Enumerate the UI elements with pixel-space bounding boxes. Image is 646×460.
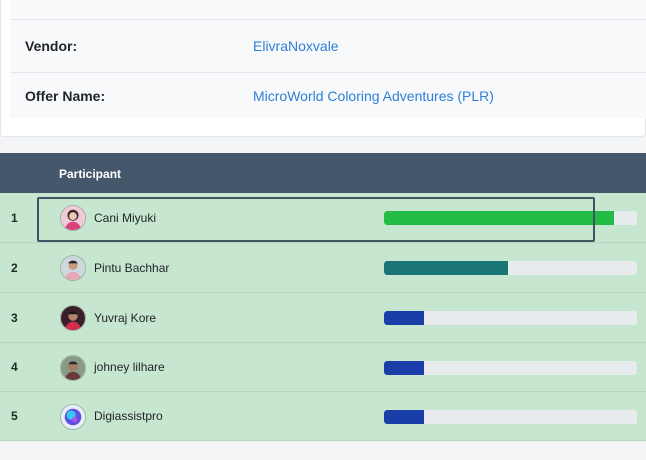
leaderboard-row: 1 Cani Miyuki [0,193,646,243]
leaderboard-row: 3 Yuvraj Kore [0,293,646,343]
participant-name: johney lilhare [94,360,165,374]
offer-info-card: Vendor: ElivraNoxvale Offer Name: MicroW… [0,0,646,137]
vendor-link[interactable]: ElivraNoxvale [253,38,339,54]
vendor-row: Vendor: ElivraNoxvale [10,19,646,73]
rank-number: 1 [11,210,18,225]
progress-bar-track [384,361,637,375]
vendor-label: Vendor: [25,38,78,54]
participant-name: Cani Miyuki [94,210,157,225]
offer-name-link[interactable]: MicroWorld Coloring Adventures (PLR) [253,88,494,104]
offer-name-label: Offer Name: [25,87,106,104]
progress-bar-track [384,211,637,225]
leaderboard-row: 2 Pintu Bachhar [0,243,646,293]
progress-bar-fill [384,311,425,325]
progress-bar-track [384,311,637,325]
page-footer-space [0,442,646,460]
participant-name: Digiassistpro [94,409,163,423]
progress-bar-fill [384,410,425,424]
leaderboard: Participant 1 Cani Miyuki 2 Pintu Bachhar 3 Y… [0,153,646,441]
leaderboard-row: 5 Digiassistpro [0,392,646,441]
progress-bar-track [384,261,637,275]
rank-number: 5 [11,409,18,423]
participant-column-header: Participant [59,167,122,181]
participant-name: Yuvraj Kore [94,310,157,325]
leaderboard-row: 4 johney lilhare [0,343,646,392]
logo-avatar-icon [60,404,86,430]
rank-number: 3 [11,310,18,325]
rank-number: 4 [11,360,18,374]
woman-avatar-icon [60,205,86,231]
man-avatar-icon [60,255,86,281]
offer-name-row: Offer Name: MicroWorld Coloring Adventur… [10,73,646,118]
leaderboard-header: Participant [0,153,646,193]
participant-name: Pintu Bachhar [94,260,170,275]
progress-bar-track [384,410,637,424]
progress-bar-fill [384,361,425,375]
man-avatar-icon [60,305,86,331]
progress-bar-fill [384,211,615,225]
progress-bar-fill [384,261,508,275]
man-avatar-icon [60,355,86,381]
rank-number: 2 [11,260,18,275]
